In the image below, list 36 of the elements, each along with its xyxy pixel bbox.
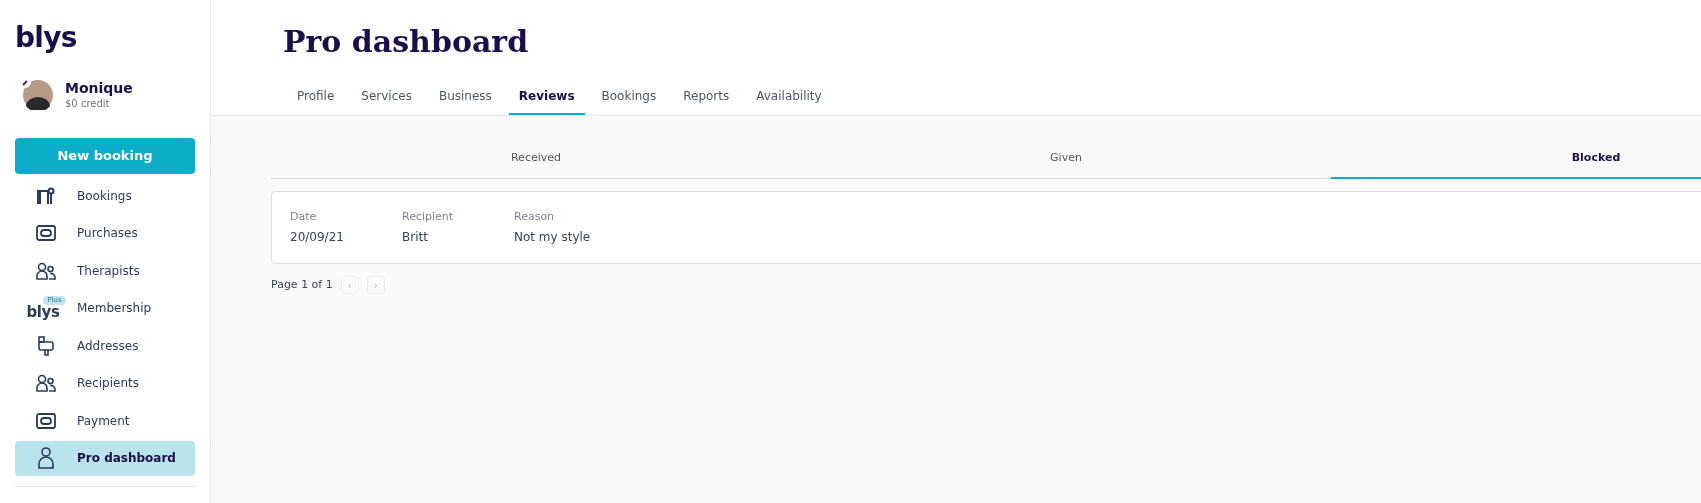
credit-text: $0 credit <box>65 97 111 110</box>
tab[interactable]: Profile <box>287 85 345 115</box>
logo: blys <box>15 24 78 52</box>
people-icon <box>36 261 56 280</box>
column-header: Reason <box>514 208 555 225</box>
subtab[interactable]: Given <box>801 150 1331 179</box>
sidebar-item[interactable]: Bookings <box>15 178 195 214</box>
sidebar-item[interactable]: Recipients <box>15 365 195 401</box>
person-icon <box>37 447 55 470</box>
sidebar-item[interactable]: Therapists <box>15 253 195 289</box>
sidebar-item[interactable]: Addresses <box>15 328 195 364</box>
people-icon <box>36 374 56 393</box>
tab[interactable]: Reports <box>673 85 740 115</box>
sidebar-item[interactable]: Payment <box>15 403 195 439</box>
page-title: Pro dashboard <box>283 27 530 57</box>
table-cell-text: Britt <box>402 229 429 246</box>
table-cell-text: 20/09/21 <box>290 229 345 246</box>
sidebar-item[interactable]: Pro dashboard <box>15 440 195 476</box>
tab[interactable]: Availability <box>746 85 832 115</box>
avatar <box>23 80 53 110</box>
column-header: Recipient <box>402 208 455 225</box>
tab[interactable]: Bookings <box>591 85 667 115</box>
user-name: Monique <box>65 80 133 98</box>
column-header: Date <box>290 208 318 225</box>
subtab[interactable]: Blocked <box>1331 150 1701 179</box>
subtab[interactable]: Received <box>271 150 801 179</box>
sidebar-item[interactable]: Purchases <box>15 215 195 251</box>
tab[interactable]: Business <box>428 85 502 115</box>
page-indicator: Page 1 of 1 <box>271 276 333 293</box>
mailbox-icon <box>37 335 55 356</box>
card-icon <box>36 225 56 242</box>
tab[interactable]: Services <box>351 85 422 115</box>
table-cell-text: Not my style <box>514 229 591 246</box>
card-icon <box>36 412 56 429</box>
massage-table-icon <box>36 186 56 205</box>
logo-icon: blys <box>26 305 66 321</box>
